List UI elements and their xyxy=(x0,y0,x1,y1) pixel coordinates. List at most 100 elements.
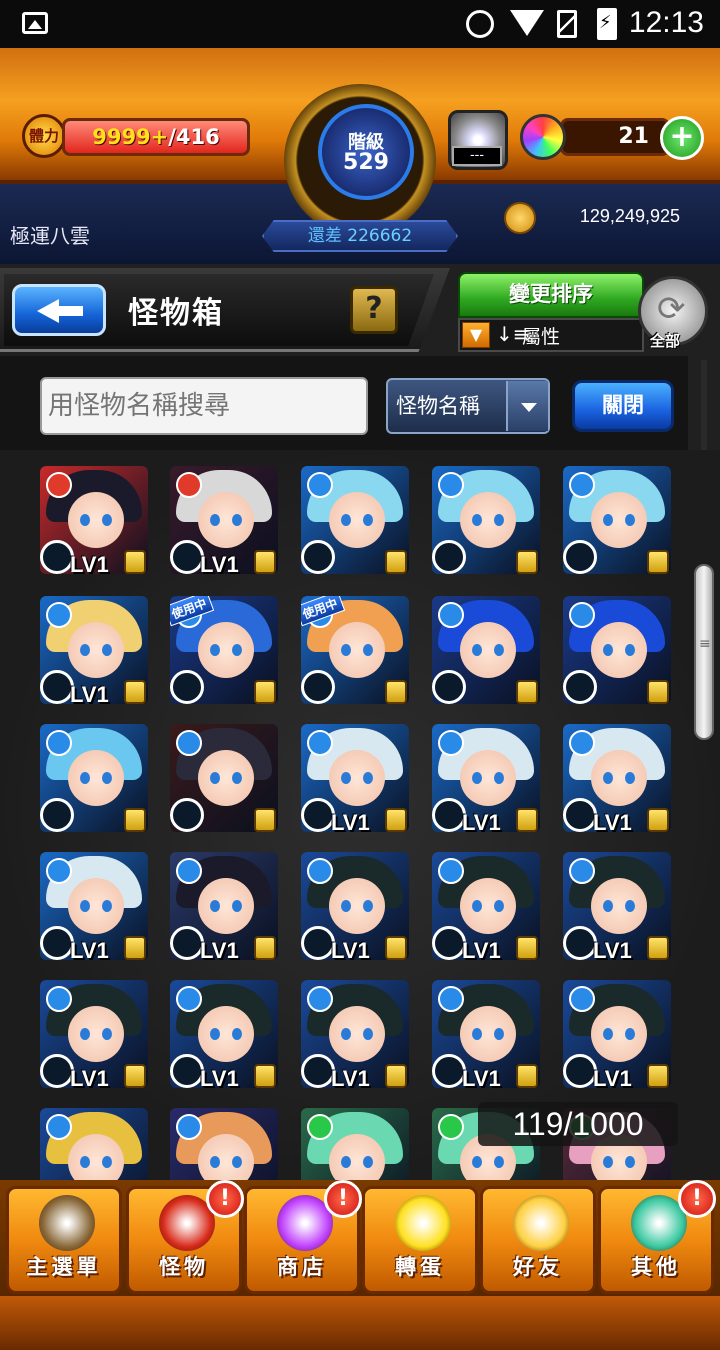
monster-card[interactable]: LV1 xyxy=(432,852,540,966)
monster-card[interactable] xyxy=(432,596,540,710)
lock-icon xyxy=(516,936,538,960)
monster-card[interactable] xyxy=(40,1108,148,1190)
rank-value: 529 xyxy=(343,150,389,175)
monster-eye xyxy=(210,1156,220,1168)
monster-card[interactable] xyxy=(432,466,540,580)
monster-card[interactable] xyxy=(301,1108,409,1190)
monster-eye xyxy=(603,644,613,656)
monster-card[interactable] xyxy=(170,724,278,838)
monster-level: LV1 xyxy=(200,1066,239,1091)
monster-eye xyxy=(80,900,90,912)
lock-icon xyxy=(124,936,146,960)
nav-button[interactable]: 主選單 xyxy=(6,1186,122,1294)
monster-card[interactable]: LV1 xyxy=(563,852,671,966)
lock-icon xyxy=(385,1064,407,1088)
chevron-down-icon[interactable] xyxy=(506,381,548,431)
tribe-icon xyxy=(432,1054,466,1088)
tribe-icon xyxy=(563,1054,597,1088)
element-icon xyxy=(46,472,72,498)
tribe-icon xyxy=(170,798,204,832)
monster-card[interactable]: LV1 xyxy=(170,980,278,1094)
monster-level: LV1 xyxy=(331,1066,370,1091)
monster-card[interactable]: LV1 xyxy=(170,466,278,580)
monster-face xyxy=(329,750,385,806)
monster-eye xyxy=(341,772,351,784)
monster-eye xyxy=(603,1156,613,1168)
monster-eye xyxy=(80,1028,90,1040)
monster-card[interactable] xyxy=(301,466,409,580)
monster-eye xyxy=(494,514,504,526)
monster-face xyxy=(68,750,124,806)
lock-icon xyxy=(516,808,538,832)
monster-card[interactable]: LV1 xyxy=(432,980,540,1094)
monster-level: LV1 xyxy=(70,552,109,577)
tribe-icon xyxy=(40,540,74,574)
tribe-icon xyxy=(432,670,466,704)
notification-badge: ! xyxy=(678,1180,716,1218)
change-sort-button[interactable]: 變更排序 xyxy=(458,272,644,318)
stamina-bar[interactable]: 9999+/416 xyxy=(62,118,250,156)
monster-card[interactable]: LV1 xyxy=(563,724,671,838)
nav-label: 轉蛋 xyxy=(395,1255,445,1279)
lock-icon xyxy=(254,680,276,704)
element-icon xyxy=(569,986,595,1012)
tribe-icon xyxy=(432,540,466,574)
element-icon xyxy=(176,1114,202,1140)
nav-label: 主選單 xyxy=(26,1255,102,1279)
monster-eye xyxy=(210,772,220,784)
monster-card[interactable] xyxy=(170,1108,278,1190)
monster-level: LV1 xyxy=(70,938,109,963)
close-search-button[interactable]: 關閉 xyxy=(572,380,674,432)
back-button[interactable] xyxy=(12,284,106,336)
monster-level: LV1 xyxy=(200,552,239,577)
lock-icon xyxy=(124,550,146,574)
monster-card[interactable] xyxy=(40,724,148,838)
monster-card[interactable]: LV1 xyxy=(301,724,409,838)
monster-card[interactable] xyxy=(563,466,671,580)
nav-icon xyxy=(513,1195,569,1251)
monster-card[interactable]: 使用中 xyxy=(170,596,278,710)
battery-charging-icon xyxy=(597,8,617,40)
filter-icon[interactable]: ▼ xyxy=(462,322,490,348)
monster-eye xyxy=(102,644,112,656)
tribe-icon xyxy=(40,798,74,832)
monster-card[interactable]: LV1 xyxy=(40,980,148,1094)
tribe-icon xyxy=(40,670,74,704)
scrollbar-thumb[interactable] xyxy=(694,564,714,740)
nav-label: 商店 xyxy=(277,1255,327,1279)
element-icon xyxy=(438,858,464,884)
nav-button[interactable]: 轉蛋 xyxy=(362,1186,478,1294)
element-icon xyxy=(176,730,202,756)
add-orb-button[interactable]: + xyxy=(660,116,704,160)
tribe-icon xyxy=(301,540,335,574)
tribe-icon xyxy=(40,926,74,960)
search-input[interactable] xyxy=(40,377,368,435)
monster-card[interactable]: LV1 xyxy=(432,724,540,838)
monster-eye xyxy=(494,644,504,656)
monster-card[interactable]: LV1 xyxy=(301,852,409,966)
monster-card[interactable]: LV1 xyxy=(40,596,148,710)
lock-icon xyxy=(647,550,669,574)
monster-face xyxy=(329,622,385,678)
nav-icon xyxy=(39,1195,95,1251)
monster-grid: LV1 LV1 LV1 使用中 使用中 LV1 LV1 LV1 LV1 LV1 LV1 LV1 LV1 L… xyxy=(0,450,720,1190)
monster-card[interactable]: LV1 xyxy=(563,980,671,1094)
monster-eye xyxy=(603,900,613,912)
help-button[interactable]: ? xyxy=(350,286,398,334)
gold-value: 129,249,925 xyxy=(579,206,680,226)
monster-card[interactable]: LV1 xyxy=(40,466,148,580)
monster-level: LV1 xyxy=(462,1066,501,1091)
nav-label: 其他 xyxy=(631,1255,681,1279)
monster-eye xyxy=(341,514,351,526)
monster-card[interactable]: LV1 xyxy=(170,852,278,966)
monster-card[interactable]: LV1 xyxy=(301,980,409,1094)
nav-button[interactable]: 好友 xyxy=(480,1186,596,1294)
element-icon xyxy=(176,472,202,498)
monster-eye xyxy=(102,514,112,526)
monster-eye xyxy=(625,1028,635,1040)
image-notification-icon xyxy=(22,12,48,34)
monster-card[interactable]: LV1 xyxy=(40,852,148,966)
monster-count: 119/1000 xyxy=(478,1102,678,1146)
monster-card[interactable] xyxy=(563,596,671,710)
monster-card[interactable]: 使用中 xyxy=(301,596,409,710)
